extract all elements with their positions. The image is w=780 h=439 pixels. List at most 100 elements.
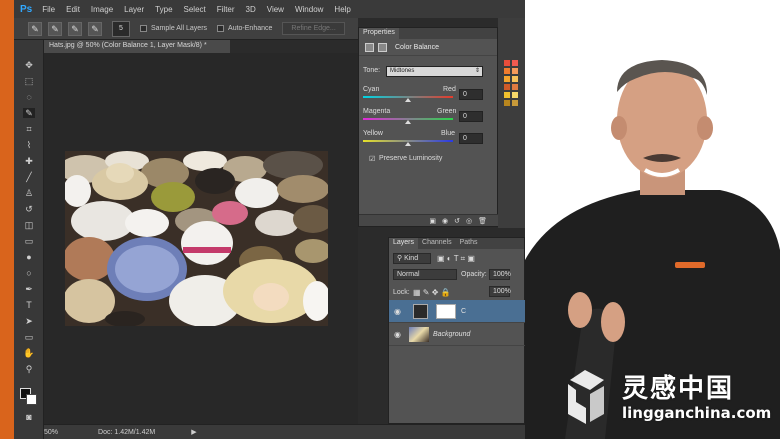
pen-tool-icon[interactable]: ✒ [23, 284, 35, 294]
swatch[interactable] [504, 68, 510, 74]
clone-stamp-tool-icon[interactable]: ♙ [23, 188, 35, 198]
opacity-label: Opacity: [461, 271, 487, 278]
quick-selection-tool-active-icon[interactable]: ✎ [23, 108, 35, 118]
swatch[interactable] [512, 92, 518, 98]
swatch[interactable] [504, 84, 510, 90]
layer-mask-icon[interactable] [378, 42, 387, 52]
history-brush-tool-icon[interactable]: ↺ [23, 204, 35, 214]
eye-icon[interactable]: ◉ [394, 330, 401, 339]
toolbox: ✥ ⬚ ◌ ✎ ⌗ ⌇ ✚ ╱ ♙ ↺ ◫ ▭ ● ○ ✒ T ➤ ▭ ✋ ⚲ … [14, 40, 44, 439]
zoom-tool-icon[interactable]: ⚲ [23, 364, 35, 374]
add-to-selection-icon[interactable]: ✎ [68, 21, 82, 36]
reset-icon[interactable]: ↺ [454, 217, 460, 225]
cyan-red-slider-knob[interactable] [405, 98, 411, 102]
view-previous-state-icon[interactable]: ◉ [442, 217, 448, 225]
hats-image-canvas[interactable] [65, 151, 328, 326]
swatch[interactable] [512, 84, 518, 90]
swatch[interactable] [512, 76, 518, 82]
layer-name[interactable]: C [461, 308, 466, 315]
auto-enhance-checkbox[interactable] [217, 25, 225, 32]
new-selection-icon[interactable]: ✎ [48, 21, 62, 36]
crop-tool-icon[interactable]: ⌗ [23, 124, 35, 134]
healing-brush-tool-icon[interactable]: ✚ [23, 156, 35, 166]
swatch[interactable] [504, 60, 510, 66]
cyan-red-value[interactable]: 0 [459, 89, 483, 100]
quick-selection-tool-icon[interactable]: ✎ [28, 21, 42, 36]
gradient-tool-icon[interactable]: ▭ [23, 236, 35, 246]
tab-channels[interactable]: Channels [418, 238, 456, 249]
filter-kind-value: Kind [404, 255, 419, 262]
yellow-blue-slider-knob[interactable] [405, 142, 411, 146]
blend-mode-select[interactable]: Normal [393, 269, 457, 280]
swatch[interactable] [504, 100, 510, 106]
brush-tool-icon[interactable]: ╱ [23, 172, 35, 182]
menu-type[interactable]: Type [155, 5, 172, 14]
dodge-tool-icon[interactable]: ○ [23, 268, 35, 278]
lasso-tool-icon[interactable]: ◌ [23, 92, 35, 102]
menu-help[interactable]: Help [334, 5, 350, 14]
layer-filter-icons[interactable]: ▣ ◐ T ⌗ ▣ [437, 254, 475, 264]
swatch[interactable] [512, 100, 518, 106]
background-color-swatch[interactable] [26, 394, 37, 405]
properties-footer: ▣ ◉ ↺ ◎ 🗑 [359, 214, 499, 226]
hand-tool-icon[interactable]: ✋ [23, 348, 35, 358]
tone-select[interactable]: Midtones ⇕ [386, 66, 483, 77]
properties-panel: Properties Color Balance Tone: Midtones … [358, 27, 499, 227]
move-tool-icon[interactable]: ✥ [23, 60, 35, 70]
eyedropper-tool-icon[interactable]: ⌇ [23, 140, 35, 150]
sample-all-layers-checkbox[interactable] [140, 25, 147, 32]
brush-size-picker[interactable]: 5 [112, 20, 130, 37]
layer-row-color-balance[interactable]: ◉ C [389, 300, 525, 323]
preserve-luminosity-checkbox[interactable]: ☑ [369, 155, 375, 163]
layer-mask-thumbnail[interactable] [436, 304, 456, 319]
yellow-blue-value[interactable]: 0 [459, 133, 483, 144]
fill-value: 100% [493, 288, 511, 295]
color-balance-adjustment-icon [365, 42, 374, 52]
menu-window[interactable]: Window [295, 5, 323, 14]
eye-icon[interactable]: ◉ [394, 307, 401, 316]
lock-label: Lock: [393, 289, 410, 296]
clip-to-layer-icon[interactable]: ▣ [429, 217, 436, 225]
opacity-field[interactable]: 100% [489, 269, 511, 280]
layer-name[interactable]: Background [433, 331, 470, 338]
magenta-green-value[interactable]: 0 [459, 111, 483, 122]
layer-filter-kind-select[interactable]: ⚲ Kind [393, 253, 431, 264]
visibility-icon[interactable]: ◎ [466, 217, 472, 225]
lock-icons[interactable]: ▦ ✎ ✥ 🔒 [413, 288, 451, 297]
type-tool-icon[interactable]: T [23, 300, 35, 310]
document-tab[interactable]: Hats.jpg @ 50% (Color Balance 1, Layer M… [44, 40, 230, 53]
tab-paths[interactable]: Paths [456, 238, 482, 249]
swatch[interactable] [504, 92, 510, 98]
marquee-tool-icon[interactable]: ⬚ [23, 76, 35, 86]
menu-select[interactable]: Select [184, 5, 206, 14]
layer-row-background[interactable]: ◉ Background [389, 323, 525, 346]
swatch[interactable] [512, 60, 518, 66]
refine-edge-button[interactable]: Refine Edge... [282, 22, 345, 35]
rectangle-tool-icon[interactable]: ▭ [23, 332, 35, 342]
chevron-down-icon: ⇕ [474, 68, 480, 74]
tab-layers[interactable]: Layers [389, 238, 419, 249]
swatch[interactable] [504, 76, 510, 82]
slider-right-label-blue: Blue [441, 130, 456, 137]
eraser-tool-icon[interactable]: ◫ [23, 220, 35, 230]
menu-image[interactable]: Image [91, 5, 113, 14]
menu-view[interactable]: View [267, 5, 284, 14]
menu-file[interactable]: File [42, 5, 55, 14]
menu-filter[interactable]: Filter [217, 5, 235, 14]
status-menu-arrow-icon[interactable]: ▶ [191, 428, 196, 436]
zoom-level[interactable]: 50% [44, 429, 58, 436]
delete-icon[interactable]: 🗑 [478, 217, 487, 225]
slider-left-label-yellow: Yellow [363, 130, 383, 137]
menu-edit[interactable]: Edit [66, 5, 80, 14]
watermark-url: lingganchina.com [622, 404, 772, 422]
magenta-green-slider-knob[interactable] [405, 120, 411, 124]
swatch[interactable] [512, 68, 518, 74]
fill-field[interactable]: 100% [489, 286, 511, 297]
properties-tab[interactable]: Properties [359, 28, 399, 39]
path-selection-tool-icon[interactable]: ➤ [23, 316, 35, 326]
blur-tool-icon[interactable]: ● [23, 252, 35, 262]
menu-3d[interactable]: 3D [246, 5, 256, 14]
subtract-selection-icon[interactable]: ✎ [88, 21, 102, 36]
menu-layer[interactable]: Layer [124, 5, 144, 14]
quick-mask-icon[interactable]: ◙ [23, 412, 35, 422]
